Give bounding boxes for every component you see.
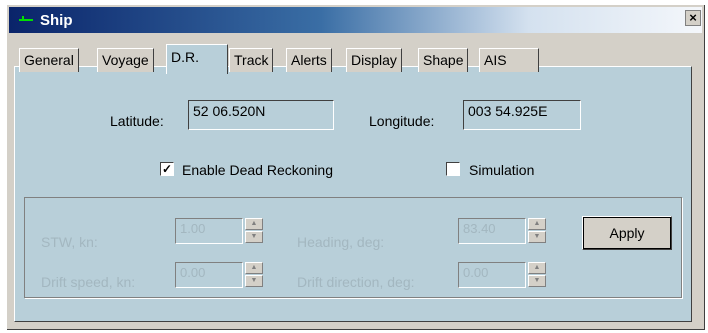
longitude-field[interactable]: 003 54.925E xyxy=(463,100,581,130)
heading-label: Heading, deg: xyxy=(297,234,385,250)
ship-icon xyxy=(19,16,33,21)
checkmark-icon: ✓ xyxy=(161,162,173,176)
tab-shape[interactable]: Shape xyxy=(418,48,469,72)
stw-up-button[interactable]: ▲ xyxy=(245,218,263,230)
tab-dr[interactable]: D.R. xyxy=(166,44,228,74)
simulation-checkbox[interactable] xyxy=(446,162,460,176)
tab-voyage[interactable]: Voyage xyxy=(97,48,154,72)
longitude-label: Longitude: xyxy=(369,113,435,129)
dead-reckoning-label: Enable Dead Reckoning xyxy=(182,162,333,178)
drift-direction-label: Drift direction, deg: xyxy=(297,274,415,290)
stw-down-button[interactable]: ▼ xyxy=(245,231,263,243)
tab-general[interactable]: General xyxy=(19,48,79,72)
simulation-label: Simulation xyxy=(469,162,535,178)
close-button[interactable]: × xyxy=(685,10,701,26)
tab-alerts[interactable]: Alerts xyxy=(286,48,332,72)
drift-speed-label: Drift speed, kn: xyxy=(41,274,136,290)
title-bar[interactable]: Ship × xyxy=(9,7,702,33)
drift-speed-up-button[interactable]: ▲ xyxy=(245,262,263,274)
tab-track[interactable]: Track xyxy=(229,48,274,72)
heading-up-button[interactable]: ▲ xyxy=(528,218,546,230)
latitude-label: Latitude: xyxy=(110,113,164,129)
drift-direction-up-button[interactable]: ▲ xyxy=(528,262,546,274)
drift-direction-input[interactable]: 0.00 xyxy=(458,262,526,288)
tab-ais[interactable]: AIS xyxy=(479,48,539,72)
latitude-field[interactable]: 52 06.520N xyxy=(188,100,334,130)
drift-speed-down-button[interactable]: ▼ xyxy=(245,275,263,287)
heading-down-button[interactable]: ▼ xyxy=(528,231,546,243)
heading-input[interactable]: 83.40 xyxy=(458,218,526,244)
drift-direction-down-button[interactable]: ▼ xyxy=(528,275,546,287)
stw-label: STW, kn: xyxy=(41,234,98,250)
window-title: Ship xyxy=(40,12,73,29)
drift-speed-input[interactable]: 0.00 xyxy=(175,262,243,288)
apply-button[interactable]: Apply xyxy=(582,216,672,250)
stw-input[interactable]: 1.00 xyxy=(175,218,243,244)
dead-reckoning-checkbox[interactable]: ✓ xyxy=(160,162,174,176)
tab-display[interactable]: Display xyxy=(346,48,402,72)
